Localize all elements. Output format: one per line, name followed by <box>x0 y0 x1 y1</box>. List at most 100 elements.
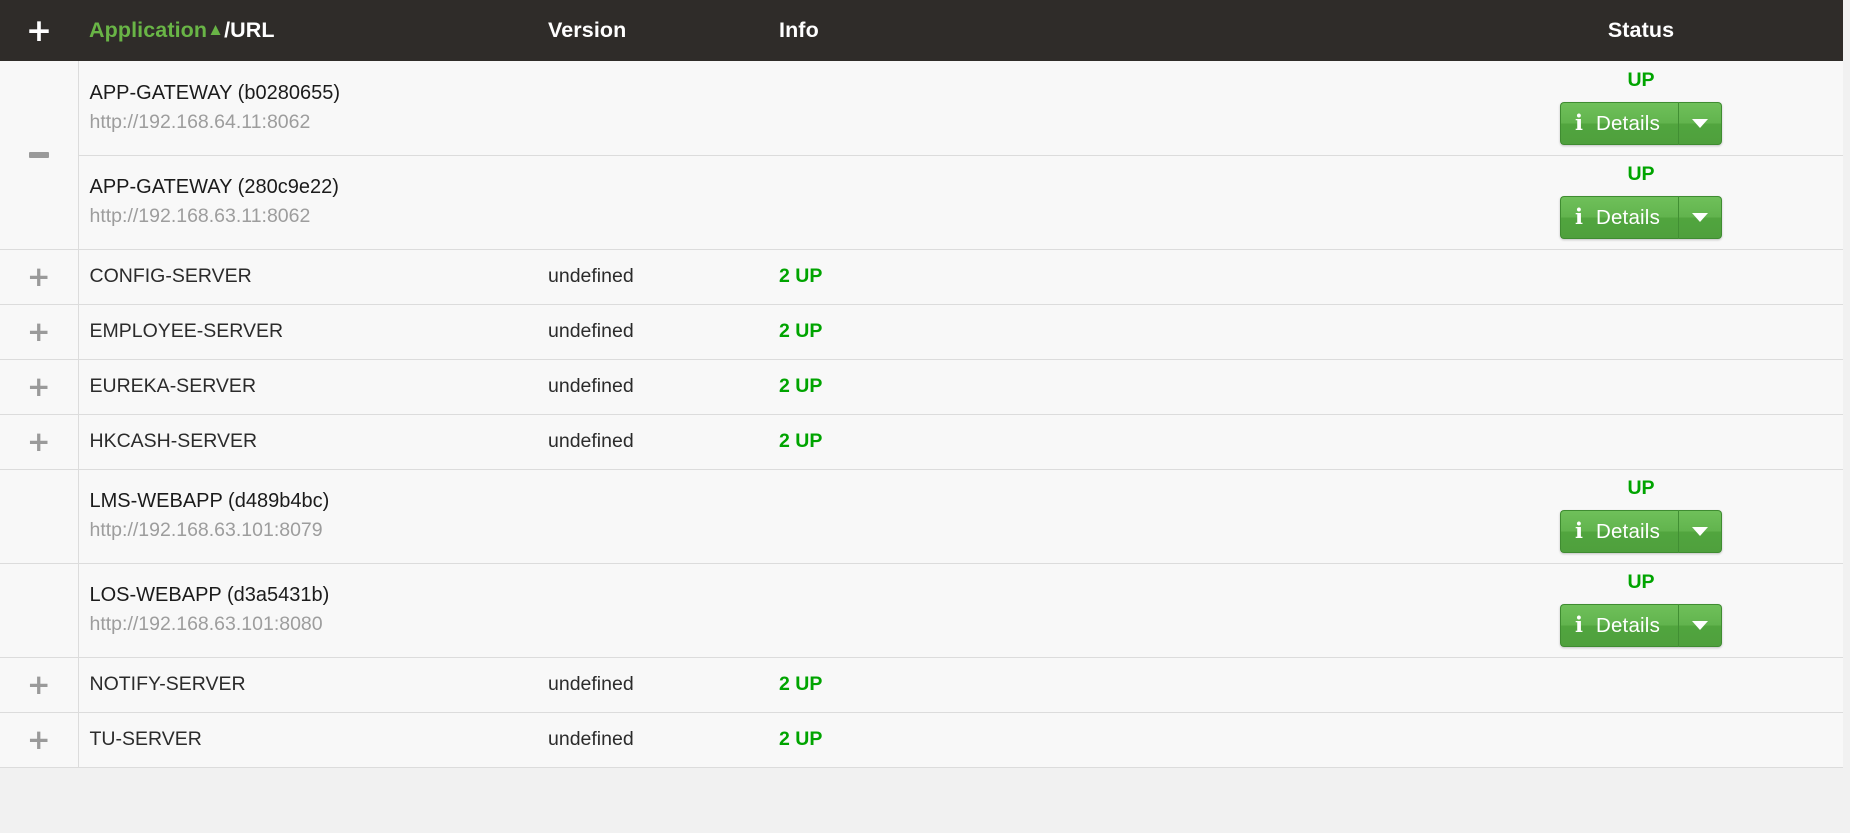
status-cell <box>1439 712 1843 768</box>
expand-all-plus-icon[interactable]: + <box>26 16 52 47</box>
info-cell: 2 UP <box>779 249 1439 305</box>
info-icon: i <box>1574 612 1583 638</box>
minus-icon[interactable] <box>28 151 49 158</box>
details-button-wrapper: i Details <box>1439 196 1843 240</box>
table-row: + EMPLOYEE-SERVER undefined 2 UP <box>0 304 1843 360</box>
instance-url-link[interactable]: http://192.168.63.11:8062 <box>90 204 549 230</box>
table-row: LMS-WEBAPP (d489b4bc) http://192.168.63.1… <box>0 469 1843 564</box>
details-dropdown-toggle[interactable] <box>1679 604 1723 648</box>
status-cell <box>1439 657 1843 713</box>
application-cell: NOTIFY-SERVER <box>78 657 549 713</box>
application-cell: APP-GATEWAY (280c9e22) http://192.168.63.… <box>78 155 549 250</box>
info-cell <box>779 61 1439 156</box>
header-expand-all-cell[interactable]: + <box>0 0 78 61</box>
details-button-label: Details <box>1595 613 1661 637</box>
plus-icon[interactable]: + <box>27 262 50 291</box>
details-dropdown-toggle[interactable] <box>1679 510 1723 554</box>
status-badge: UP <box>1627 570 1655 593</box>
table-body: APP-GATEWAY (b0280655) http://192.168.64.… <box>0 61 1843 768</box>
application-name[interactable]: LMS-WEBAPP (d489b4bc) <box>90 488 549 514</box>
table-row: APP-GATEWAY (b0280655) http://192.168.64.… <box>0 61 1843 250</box>
application-name[interactable]: APP-GATEWAY (280c9e22) <box>90 174 549 200</box>
info-icon: i <box>1574 204 1583 230</box>
application-name[interactable]: APP-GATEWAY (b0280655) <box>90 80 549 106</box>
header-url-label[interactable]: URL <box>230 18 275 42</box>
collapse-group-button[interactable] <box>0 61 79 250</box>
table-row: + NOTIFY-SERVER undefined 2 UP <box>0 657 1843 713</box>
instance-count-badge: 2 UP <box>779 728 823 750</box>
instance-url-link[interactable]: http://192.168.63.101:8079 <box>90 518 549 544</box>
version-cell: undefined <box>548 657 779 713</box>
expand-group-button[interactable]: + <box>0 712 79 768</box>
details-dropdown-toggle[interactable] <box>1679 196 1723 240</box>
expand-group-button[interactable]: + <box>0 414 79 470</box>
plus-icon[interactable]: + <box>27 317 50 346</box>
version-cell <box>548 469 779 564</box>
application-cell: EMPLOYEE-SERVER <box>78 304 549 360</box>
version-cell <box>548 61 779 156</box>
instance-count-badge: 2 UP <box>779 430 823 452</box>
expand-group-button[interactable]: + <box>0 657 79 713</box>
instance-count-badge: 2 UP <box>779 673 823 695</box>
application-name[interactable]: CONFIG-SERVER <box>90 265 549 288</box>
plus-icon[interactable]: + <box>27 372 50 401</box>
expand-group-button[interactable]: + <box>0 359 79 415</box>
status-cell <box>1439 304 1843 360</box>
toggle-placeholder <box>0 469 79 564</box>
version-cell <box>548 155 779 250</box>
application-cell: TU-SERVER <box>78 712 549 768</box>
application-name[interactable]: NOTIFY-SERVER <box>90 673 549 696</box>
expand-group-button[interactable]: + <box>0 304 79 360</box>
details-button[interactable]: i Details <box>1559 604 1680 648</box>
details-split-button: i Details <box>1559 510 1723 554</box>
application-name[interactable]: EMPLOYEE-SERVER <box>90 320 549 343</box>
application-name[interactable]: LOS-WEBAPP (d3a5431b) <box>90 582 549 608</box>
details-split-button: i Details <box>1559 102 1723 145</box>
details-button[interactable]: i Details <box>1559 196 1680 240</box>
details-button-wrapper: i Details <box>1439 102 1843 145</box>
status-cell: UP i Details <box>1439 155 1843 250</box>
application-name[interactable]: TU-SERVER <box>90 728 549 751</box>
application-cell: HKCASH-SERVER <box>78 414 549 470</box>
plus-icon[interactable]: + <box>27 427 50 456</box>
plus-icon[interactable]: + <box>27 725 50 754</box>
header-status[interactable]: Status <box>1439 0 1843 61</box>
status-cell <box>1439 359 1843 415</box>
details-button[interactable]: i Details <box>1559 510 1680 554</box>
details-button[interactable]: i Details <box>1559 102 1680 145</box>
sort-ascending-icon[interactable]: ▲ <box>207 20 224 40</box>
info-cell: 2 UP <box>779 712 1439 768</box>
info-cell: 2 UP <box>779 657 1439 713</box>
table-row: LOS-WEBAPP (d3a5431b) http://192.168.63.1… <box>0 563 1843 658</box>
header-info[interactable]: Info <box>779 0 1439 61</box>
details-dropdown-toggle[interactable] <box>1679 102 1723 145</box>
table-row: + TU-SERVER undefined 2 UP <box>0 712 1843 768</box>
status-badge: UP <box>1627 68 1655 91</box>
status-cell: UP i Details <box>1439 61 1843 156</box>
application-cell: LOS-WEBAPP (d3a5431b) http://192.168.63.1… <box>78 563 549 658</box>
application-cell: EUREKA-SERVER <box>78 359 549 415</box>
application-name[interactable]: EUREKA-SERVER <box>90 375 549 398</box>
status-badge: UP <box>1627 476 1655 499</box>
header-application-label[interactable]: Application <box>89 18 207 42</box>
details-split-button: i Details <box>1559 604 1723 648</box>
instance-url-link[interactable]: http://192.168.64.11:8062 <box>90 110 549 136</box>
header-application-url[interactable]: Application▲/URL <box>78 0 548 61</box>
info-cell: 2 UP <box>779 359 1439 415</box>
status-badge: UP <box>1627 162 1655 185</box>
instance-url-link[interactable]: http://192.168.63.101:8080 <box>90 612 549 638</box>
version-cell <box>548 563 779 658</box>
details-button-wrapper: i Details <box>1439 510 1843 554</box>
table-row: + EUREKA-SERVER undefined 2 UP <box>0 359 1843 415</box>
toggle-placeholder <box>0 563 79 658</box>
table-header: + Application▲/URL Version Info Status <box>0 0 1843 61</box>
header-version[interactable]: Version <box>548 0 779 61</box>
application-cell: APP-GATEWAY (b0280655) http://192.168.64.… <box>78 61 549 156</box>
instance-count-badge: 2 UP <box>779 265 823 287</box>
version-cell: undefined <box>548 304 779 360</box>
table-row: + HKCASH-SERVER undefined 2 UP <box>0 414 1843 470</box>
application-name[interactable]: HKCASH-SERVER <box>90 430 549 453</box>
application-cell: LMS-WEBAPP (d489b4bc) http://192.168.63.1… <box>78 469 549 564</box>
plus-icon[interactable]: + <box>27 670 50 699</box>
expand-group-button[interactable]: + <box>0 249 79 305</box>
